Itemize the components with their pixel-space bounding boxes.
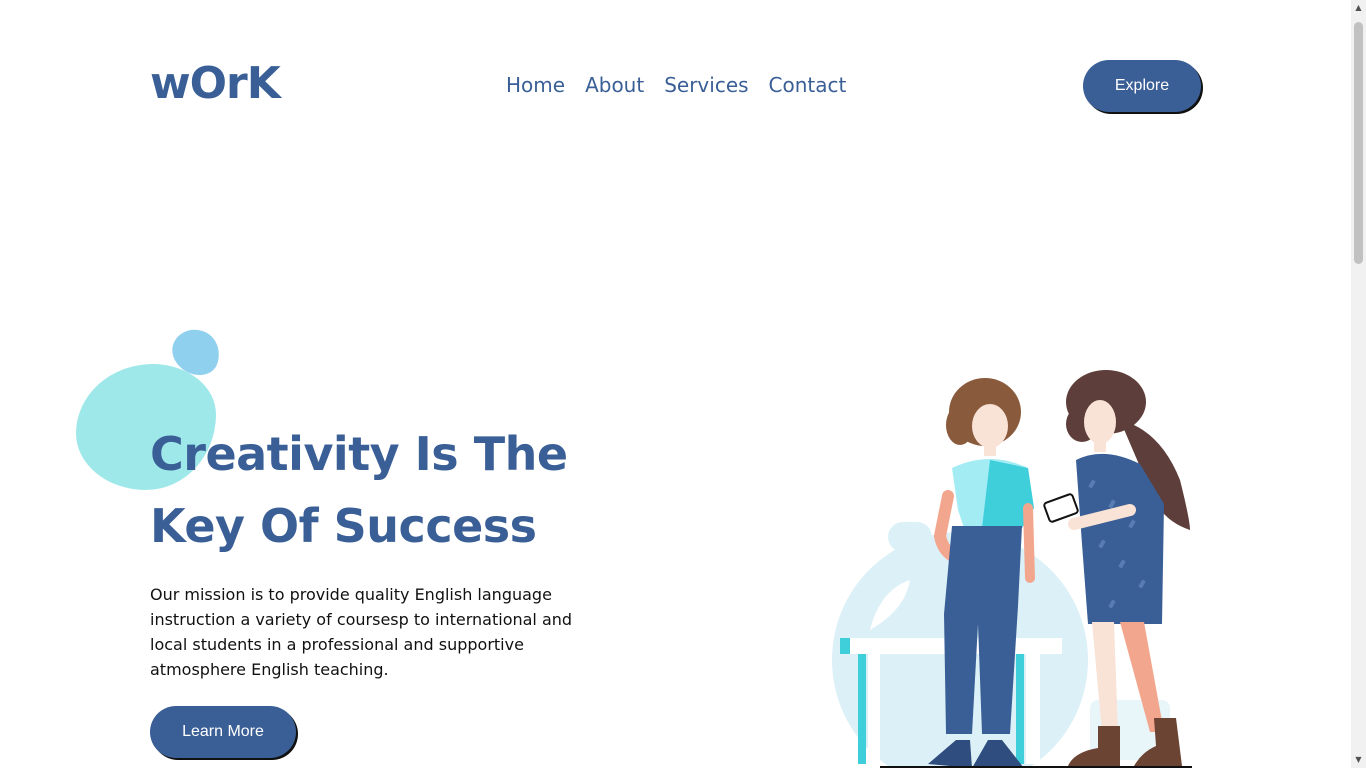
two-women-illustration — [832, 370, 1192, 768]
vertical-scrollbar[interactable]: ▲ ▼ — [1351, 0, 1366, 768]
nav-services-link[interactable]: Services — [664, 73, 748, 97]
hero-title-line-1: Creativity Is The — [150, 427, 568, 481]
explore-button[interactable]: Explore — [1083, 60, 1201, 112]
nav-contact-link[interactable]: Contact — [769, 73, 847, 97]
learn-more-button[interactable]: Learn More — [150, 706, 296, 758]
nav-about-link[interactable]: About — [585, 73, 644, 97]
hero-title: Creativity Is The Key Of Success — [150, 418, 670, 562]
scroll-up-arrow-icon[interactable]: ▲ — [1351, 0, 1366, 16]
scrollbar-thumb[interactable] — [1354, 22, 1363, 264]
hero-title-line-2: Key Of Success — [150, 499, 537, 553]
page: wOrK Home About Services Contact Explore… — [0, 0, 1351, 768]
nav-home-link[interactable]: Home — [506, 73, 565, 97]
scroll-down-arrow-icon[interactable]: ▼ — [1351, 752, 1366, 768]
hero-description: Our mission is to provide quality Englis… — [150, 585, 573, 679]
logo[interactable]: wOrK — [150, 58, 281, 109]
main-nav: Home About Services Contact — [506, 73, 846, 97]
bg-cloud — [888, 522, 932, 552]
